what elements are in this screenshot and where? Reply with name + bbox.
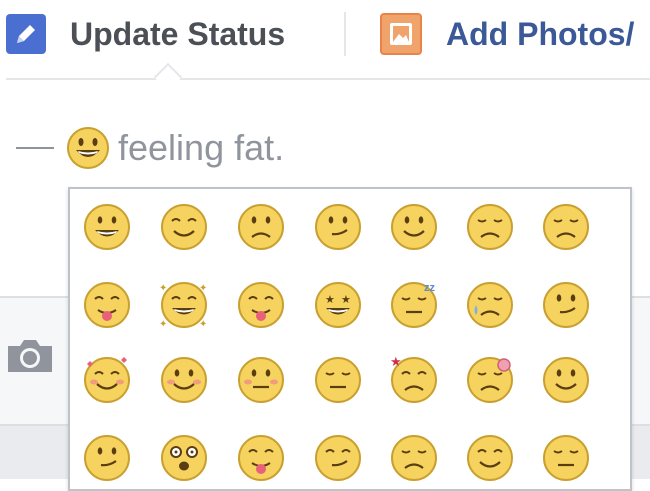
emoji-blushing-icon[interactable] <box>158 354 210 406</box>
emoji-frowning-icon[interactable] <box>388 432 440 484</box>
svg-text:✦: ✦ <box>159 283 167 294</box>
feeling-text: feeling fat. <box>118 127 285 168</box>
emoji-tongue-out-icon[interactable] <box>235 279 287 331</box>
emoji-unamused-icon[interactable] <box>312 354 364 406</box>
svg-text:zz: zz <box>424 282 436 294</box>
emoji-devilish-icon[interactable] <box>81 432 133 484</box>
emoji-picker[interactable]: ✦ ✦ ✦ ✦ ★ ★ zz ★ <box>68 187 632 491</box>
svg-text:★: ★ <box>341 294 351 306</box>
emoji-sad-icon[interactable] <box>464 201 516 253</box>
emoji-grinning-icon[interactable] <box>81 201 133 253</box>
grinning-face-icon[interactable] <box>66 126 110 170</box>
feeling-dash <box>16 147 54 149</box>
emoji-relieved-icon[interactable] <box>464 432 516 484</box>
svg-text:✦: ✦ <box>199 283 207 294</box>
emoji-grin-stars-icon[interactable]: ★ ★ <box>312 279 364 331</box>
emoji-pleased-icon[interactable] <box>540 354 592 406</box>
emoji-worried-icon[interactable] <box>235 201 287 253</box>
emoji-grumpy-icon[interactable] <box>540 432 592 484</box>
emoji-star-struck-icon[interactable]: ✦ ✦ ✦ ✦ <box>158 279 210 331</box>
emoji-sleepy-icon[interactable]: zz <box>388 279 440 331</box>
svg-text:★: ★ <box>325 294 335 306</box>
emoji-in-love-icon[interactable] <box>81 354 133 406</box>
emoji-crying-icon[interactable] <box>464 279 516 331</box>
composer-tabs: Update Status Add Photos/ <box>0 0 650 92</box>
tab-add-photos[interactable]: Add Photos/ <box>380 10 634 58</box>
svg-text:★: ★ <box>390 354 402 369</box>
emoji-shocked-icon[interactable] <box>158 432 210 484</box>
tab-update-status-label: Update Status <box>70 15 286 52</box>
camera-icon[interactable] <box>4 336 56 376</box>
tab-divider <box>344 12 346 56</box>
emoji-sly-icon[interactable] <box>312 432 364 484</box>
emoji-scared-icon[interactable] <box>235 432 287 484</box>
emoji-disappointed-icon[interactable] <box>540 201 592 253</box>
pencil-icon <box>6 14 46 54</box>
svg-text:✦: ✦ <box>199 319 207 330</box>
svg-text:✦: ✦ <box>159 319 167 330</box>
emoji-confused-icon[interactable] <box>312 201 364 253</box>
photo-icon <box>380 13 422 55</box>
emoji-smirk-icon[interactable] <box>540 279 592 331</box>
emoji-angry-injured-icon[interactable]: ★ <box>388 354 440 406</box>
emoji-happy-icon[interactable] <box>388 201 440 253</box>
emoji-wink-tongue-icon[interactable] <box>81 279 133 331</box>
feeling-row[interactable]: feeling fat. <box>16 124 284 172</box>
tab-update-status[interactable]: Update Status <box>6 10 285 58</box>
emoji-embarrassed-icon[interactable] <box>235 354 287 406</box>
tab-add-photos-label: Add Photos/ <box>446 15 635 52</box>
emoji-sick-icon[interactable] <box>464 354 516 406</box>
emoji-smiling-icon[interactable] <box>158 201 210 253</box>
